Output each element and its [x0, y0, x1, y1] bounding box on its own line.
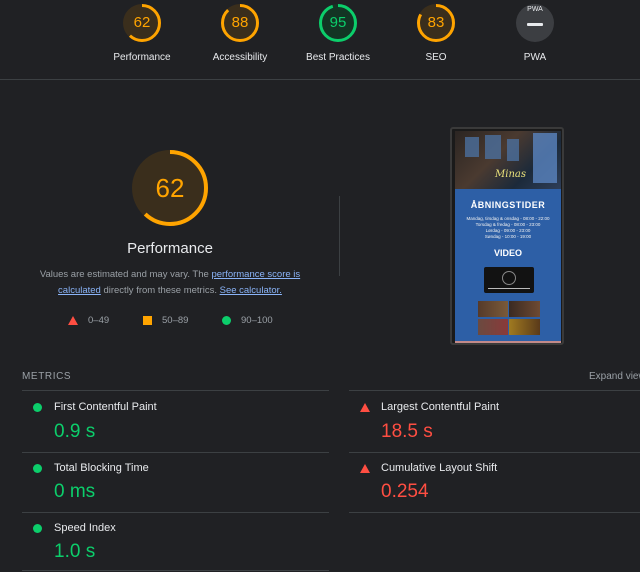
- performance-label: Performance: [113, 52, 171, 63]
- header-photo: Minas: [455, 131, 561, 189]
- metric-lcp-label: Largest Contentful Paint: [381, 401, 500, 413]
- legend-pass: 90–100: [222, 315, 273, 327]
- best-practices-score: 95: [329, 14, 347, 31]
- metric-cls-value: 0.254: [381, 481, 429, 502]
- square-icon: [143, 315, 152, 325]
- divider: [22, 570, 329, 571]
- accessibility-label: Accessibility: [212, 52, 268, 63]
- pass-circle-icon: [33, 464, 42, 473]
- metric-fcp-label: First Contentful Paint: [54, 401, 157, 413]
- video-heading: VIDEO: [493, 248, 522, 258]
- metric-tbt-value: 0 ms: [54, 481, 96, 502]
- performance-score-gauge: 62: [130, 148, 210, 228]
- legend-average-label: 50–89: [162, 315, 189, 326]
- fail-triangle-icon: [360, 464, 370, 473]
- pwa-label: PWA: [523, 52, 547, 63]
- metric-fcp-value: 0.9 s: [54, 421, 96, 442]
- divider: [349, 390, 640, 391]
- performance-title: Performance: [127, 240, 213, 257]
- gallery-image: [478, 301, 508, 317]
- divider: [349, 512, 640, 513]
- metric-si-value: 1.0 s: [54, 541, 96, 562]
- opening-hours-heading: ÅBNINGSTIDER: [470, 200, 546, 210]
- divider: [22, 452, 329, 453]
- gallery-image: [478, 319, 508, 335]
- summary-pwa[interactable]: PWA PWA: [485, 0, 585, 63]
- gallery-image: [509, 319, 540, 335]
- performance-description: Values are estimated and may vary. The p…: [20, 267, 320, 299]
- video-player: [484, 267, 534, 293]
- legend-fail-label: 0–49: [88, 315, 110, 326]
- metric-lcp-value: 18.5 s: [381, 421, 433, 442]
- see-calculator-link[interactable]: See calculator.: [220, 285, 282, 296]
- seo-gauge: 83: [415, 2, 457, 44]
- metric-si-label: Speed Index: [54, 522, 116, 534]
- legend-pass-label: 90–100: [241, 315, 273, 326]
- triangle-icon: [68, 315, 78, 325]
- description-text-2: directly from these metrics.: [100, 285, 220, 296]
- site-content: ÅBNINGSTIDER Mandag, tirsdag & onsdag - …: [455, 189, 561, 341]
- site-logo: Minas: [495, 169, 526, 180]
- metrics-title: METRICS: [22, 371, 72, 382]
- site-footer: [455, 341, 561, 343]
- metric-tbt-label: Total Blocking Time: [54, 462, 149, 474]
- opening-hours-list: Mandag, tirsdag & onsdag - 08:00 - 22:00…: [455, 216, 561, 240]
- description-text: Values are estimated and may vary. The: [39, 269, 212, 280]
- seo-label: SEO: [425, 52, 447, 63]
- summary-seo[interactable]: 83 SEO: [386, 0, 486, 63]
- summary-accessibility[interactable]: 88 Accessibility: [190, 0, 290, 63]
- metric-cls-label: Cumulative Layout Shift: [381, 462, 498, 474]
- fail-triangle-icon: [360, 403, 370, 412]
- performance-score: 62: [133, 14, 151, 31]
- divider: [22, 512, 329, 513]
- divider: [339, 196, 340, 276]
- score-summary-bar: 62 Performance 88 Accessibility 95 Best …: [0, 0, 640, 80]
- hours-line: Søndag - 10:00 - 19:00: [484, 234, 532, 239]
- accessibility-gauge: 88: [219, 2, 261, 44]
- summary-best-practices[interactable]: 95 Best Practices: [288, 0, 388, 63]
- pass-circle-icon: [33, 524, 42, 533]
- pwa-badge-text: PWA: [527, 6, 543, 13]
- summary-performance[interactable]: 62 Performance: [92, 0, 192, 63]
- legend-fail: 0–49: [68, 315, 109, 327]
- legend-average: 50–89: [143, 315, 188, 327]
- circle-icon: [222, 315, 231, 325]
- best-practices-label: Best Practices: [306, 52, 370, 63]
- best-practices-gauge: 95: [317, 2, 359, 44]
- accessibility-score: 88: [231, 14, 249, 31]
- performance-gauge: 62: [121, 2, 163, 44]
- divider: [349, 452, 640, 453]
- pass-circle-icon: [33, 403, 42, 412]
- gallery-image: [509, 301, 540, 317]
- pwa-badge-icon: PWA: [514, 2, 556, 44]
- seo-score: 83: [427, 14, 445, 31]
- performance-score-value: 62: [155, 173, 185, 203]
- divider: [22, 390, 329, 391]
- final-screenshot[interactable]: Minas ÅBNINGSTIDER Mandag, tirsdag & ons…: [450, 127, 564, 345]
- expand-view-toggle[interactable]: Expand view: [589, 371, 640, 382]
